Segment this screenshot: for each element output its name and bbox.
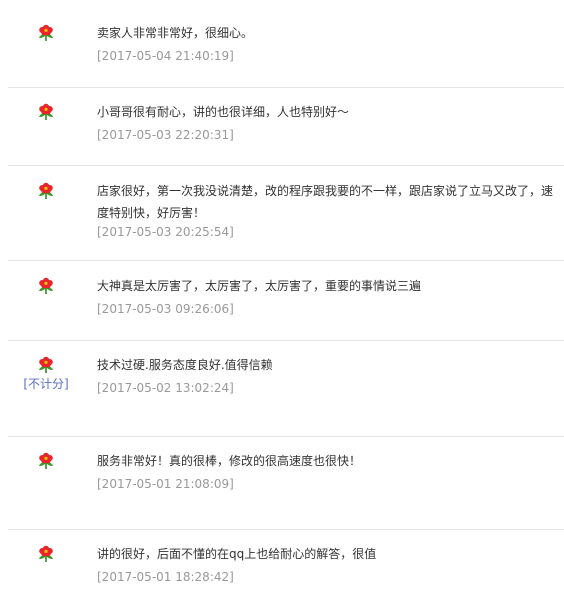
review-rating	[8, 182, 84, 200]
divider	[8, 260, 564, 261]
review-time: [2017-05-03 22:20:31]	[97, 128, 234, 142]
divider	[8, 436, 564, 437]
review-rating	[8, 24, 84, 42]
review-text: 讲的很好，后面不懂的在qq上也给耐心的解答，很值	[97, 547, 377, 561]
review-time: [2017-05-03 20:25:54]	[97, 225, 234, 239]
review-text: 店家很好，第一次我没说清楚，改的程序跟我要的不一样，跟店家说了立马又改了，速度特…	[97, 184, 554, 220]
flower-icon	[37, 452, 55, 470]
review-time: [2017-05-04 21:40:19]	[97, 49, 234, 63]
review-time: [2017-05-01 18:28:42]	[97, 570, 234, 584]
review-text: 服务非常好！真的很棒，修改的很高速度也很快！	[97, 454, 362, 468]
flower-icon	[37, 24, 55, 42]
review-time: [2017-05-01 21:08:09]	[97, 477, 234, 491]
review-text: 小哥哥很有耐心，讲的也很详细，人也特别好～	[97, 105, 350, 119]
review-rating: [不计分]	[8, 356, 84, 392]
divider	[8, 87, 564, 88]
review-text: 大神真是太厉害了，太厉害了，太厉害了，重要的事情说三遍	[97, 279, 422, 293]
flower-icon	[37, 182, 55, 200]
divider	[8, 529, 564, 530]
flower-icon	[37, 103, 55, 121]
divider	[8, 340, 564, 341]
review-time: [2017-05-03 09:26:06]	[97, 302, 234, 316]
review-text: 技术过硬.服务态度良好.值得信赖	[97, 358, 273, 372]
review-rating	[8, 277, 84, 295]
flower-icon	[37, 545, 55, 563]
no-score-label: [不计分]	[23, 377, 69, 391]
review-rating	[8, 103, 84, 121]
review-rating	[8, 545, 84, 563]
flower-icon	[37, 356, 55, 374]
flower-icon	[37, 277, 55, 295]
review-list: 卖家人非常非常好，很细心。 [2017-05-04 21:40:19] 小哥哥很…	[0, 0, 564, 593]
review-time: [2017-05-02 13:02:24]	[97, 381, 234, 395]
review-rating	[8, 452, 84, 470]
divider	[8, 165, 564, 166]
review-text: 卖家人非常非常好，很细心。	[97, 26, 254, 40]
